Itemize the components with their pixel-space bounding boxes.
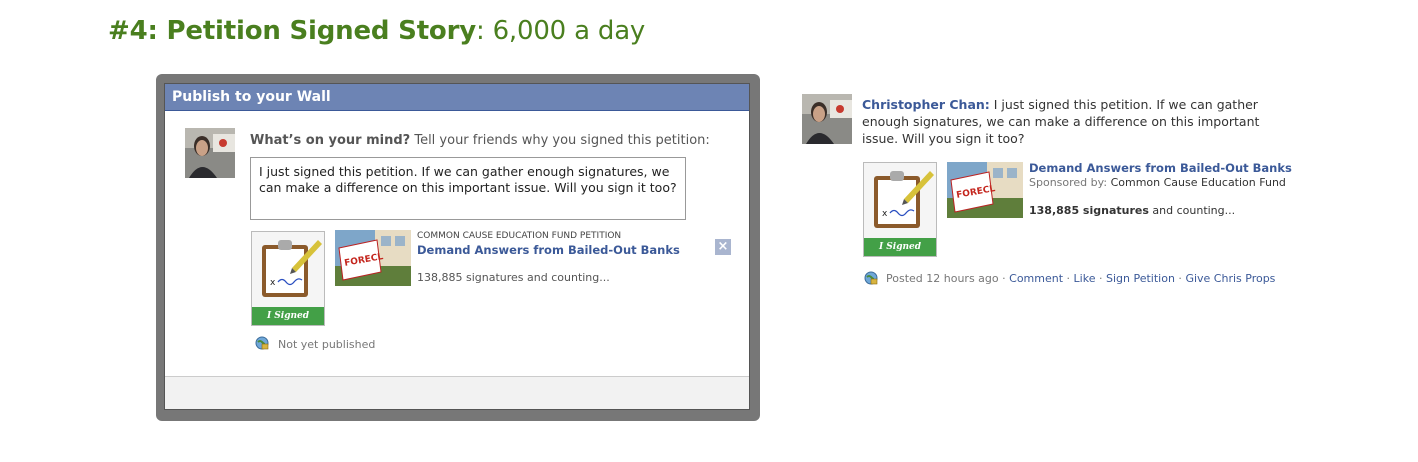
sponsor-name: Common Cause Education Fund [1110,176,1286,189]
slide-title: #4: Petition Signed Story: 6,000 a day [108,16,645,46]
story-author-link[interactable]: Christopher Chan: [862,97,990,112]
user-avatar [185,128,235,178]
petition-title-link[interactable]: Demand Answers from Bailed-Out Banks [417,243,680,257]
publish-dialog: Publish to your Wall What’s on your mind… [164,83,750,410]
sponsored-label: Sponsored by: [1029,176,1108,189]
slide-title-rest: : 6,000 a day [475,16,646,46]
signature-count: 138,885 signatures and counting... [417,271,610,284]
story-sponsor: Sponsored by: Common Cause Education Fun… [1029,176,1286,189]
story-i-signed-badge: x I Signed [863,162,937,257]
globe-privacy-icon [255,336,269,350]
svg-text:x: x [882,209,888,219]
give-props-link[interactable]: Give Chris Props [1185,272,1275,285]
signature-count-suffix: and counting... [1148,204,1236,217]
i-signed-badge: x I Signed [251,231,325,326]
prompt-rest: Tell your friends why you signed this pe… [410,133,710,148]
prompt-bold: What’s on your mind? [250,133,411,148]
clipboard-icon: x [262,240,322,297]
prompt-text: What’s on your mind? Tell your friends w… [250,133,710,148]
separator: · [1174,272,1186,285]
badge-label: I Signed [252,307,324,325]
separator: · [998,272,1010,285]
posted-time: Posted 12 hours ago [886,272,999,285]
like-link[interactable]: Like [1074,272,1096,285]
slide-title-main: #4: Petition Signed Story [108,16,476,46]
story-foreclosure-thumbnail[interactable]: FORECL [947,162,1023,218]
story-petition-title-link[interactable]: Demand Answers from Bailed-Out Banks [1029,161,1292,175]
svg-text:x: x [270,278,276,288]
story-action-bar: Posted 12 hours ago · Comment · Like · S… [886,272,1275,285]
comment-link[interactable]: Comment [1009,272,1063,285]
message-textarea[interactable]: I just signed this petition. If we can g… [250,157,686,220]
signature-count-bold: 138,885 signatures [1029,204,1149,217]
dialog-title: Publish to your Wall [165,84,749,111]
petition-source: Common Cause Education Fund Petition [417,231,622,241]
story-clipboard-icon: x [874,171,934,228]
publish-status: Not yet published [278,338,376,351]
story-badge-label: I Signed [864,238,936,256]
story-signature-count: 138,885 signatures and counting... [1029,204,1235,217]
separator: · [1063,272,1074,285]
story-message: Christopher Chan: I just signed this pet… [862,96,1282,147]
story-avatar[interactable] [802,94,852,144]
message-text: I just signed this petition. If we can g… [259,164,677,195]
story-globe-icon [864,271,878,285]
dialog-footer [165,376,749,409]
publish-dialog-frame: Publish to your Wall What’s on your mind… [156,74,760,421]
foreclosure-thumbnail[interactable]: FORECL [335,230,411,286]
sign-petition-link[interactable]: Sign Petition [1106,272,1175,285]
close-icon[interactable]: × [715,239,731,255]
separator: · [1095,272,1106,285]
